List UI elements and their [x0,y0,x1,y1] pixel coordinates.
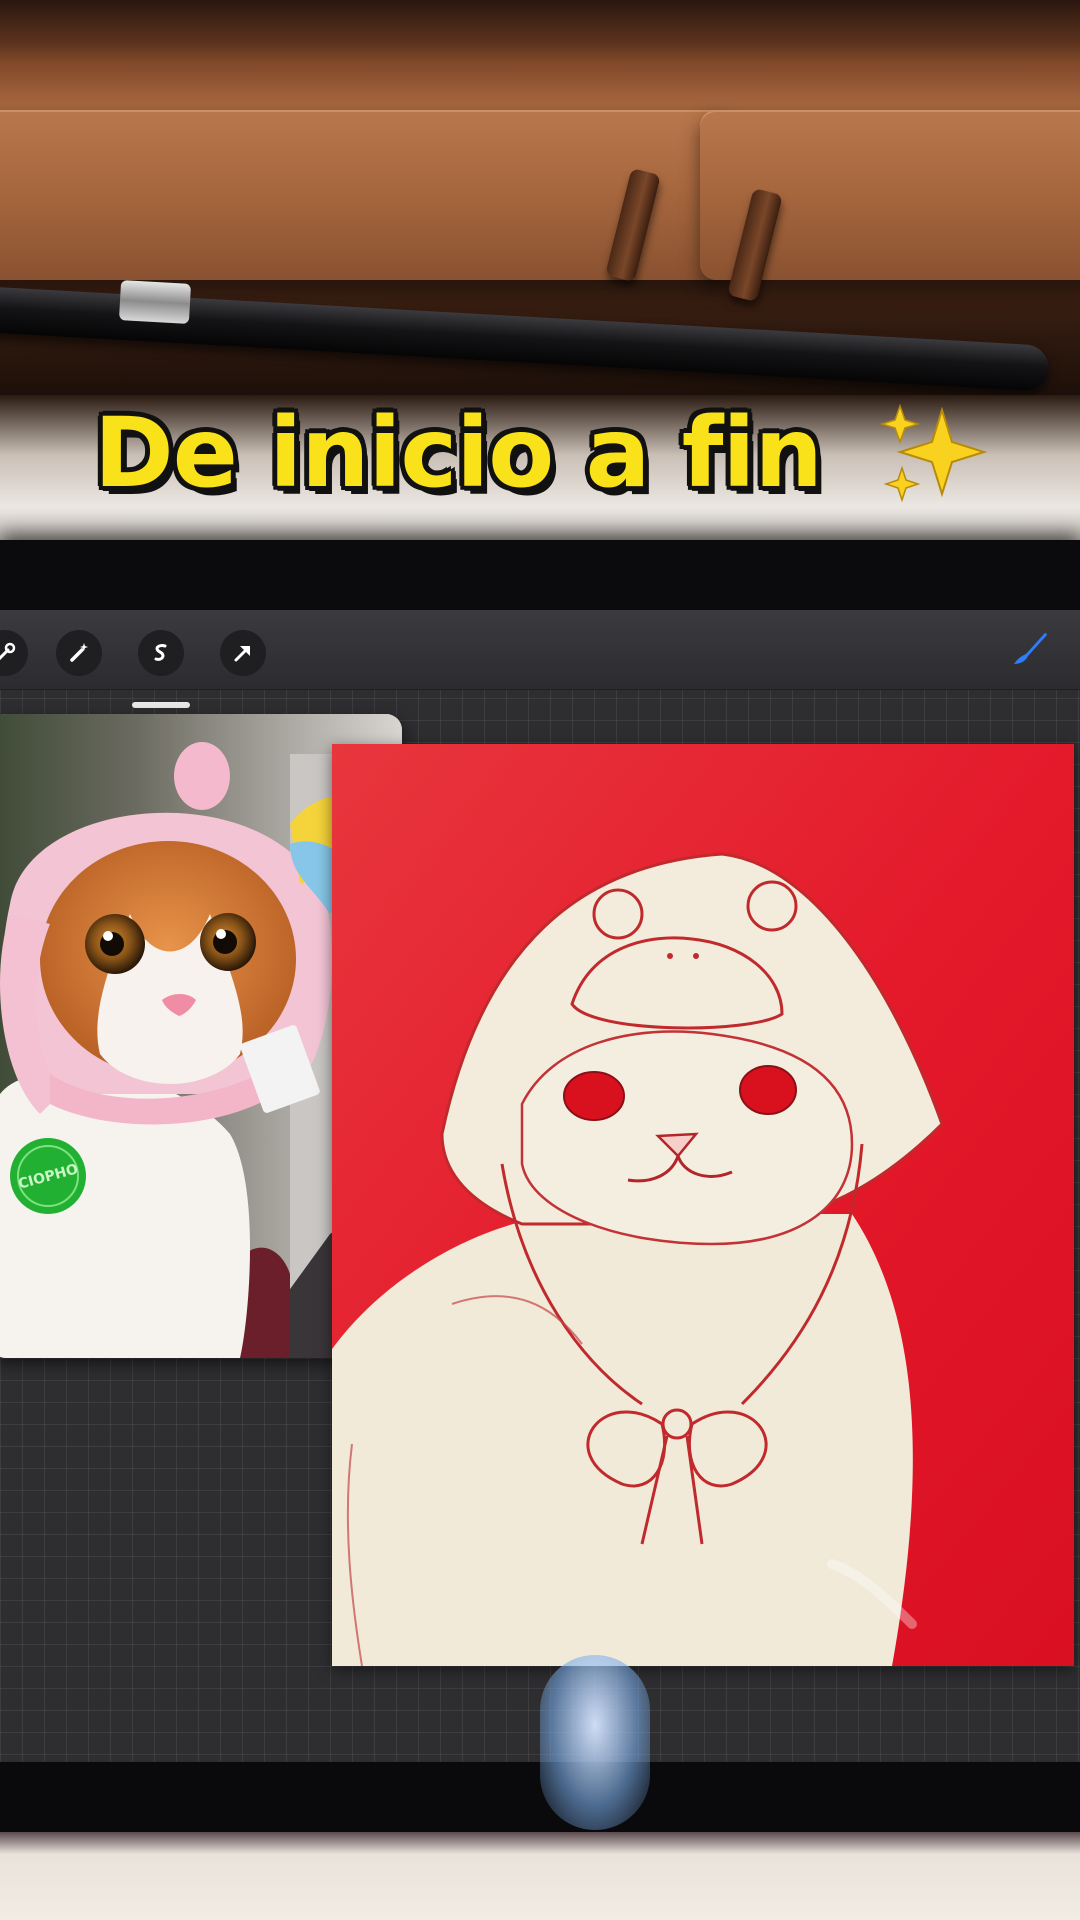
app-toolbar [0,610,1080,690]
sketch-artwork [332,744,1074,1666]
pencil-ferrule [118,280,192,324]
selection-icon[interactable] [138,630,184,676]
scene: CIOPHO De inicio a fin [0,0,1080,1920]
wrench-icon[interactable] [0,630,28,676]
video-caption: De inicio a fin [94,397,823,509]
drawing-canvas[interactable] [332,744,1074,1666]
ipad-screen: CIOPHO [0,610,1080,1762]
shelf-edge [0,0,1080,60]
brush-icon[interactable] [1006,624,1054,672]
finger-glare [540,1655,650,1830]
desk-surface [0,1832,1080,1920]
reference-window-grabber[interactable] [132,702,190,708]
sparkles-icon [879,403,988,503]
move-arrow-icon[interactable] [220,630,266,676]
magic-wand-icon[interactable] [56,630,102,676]
